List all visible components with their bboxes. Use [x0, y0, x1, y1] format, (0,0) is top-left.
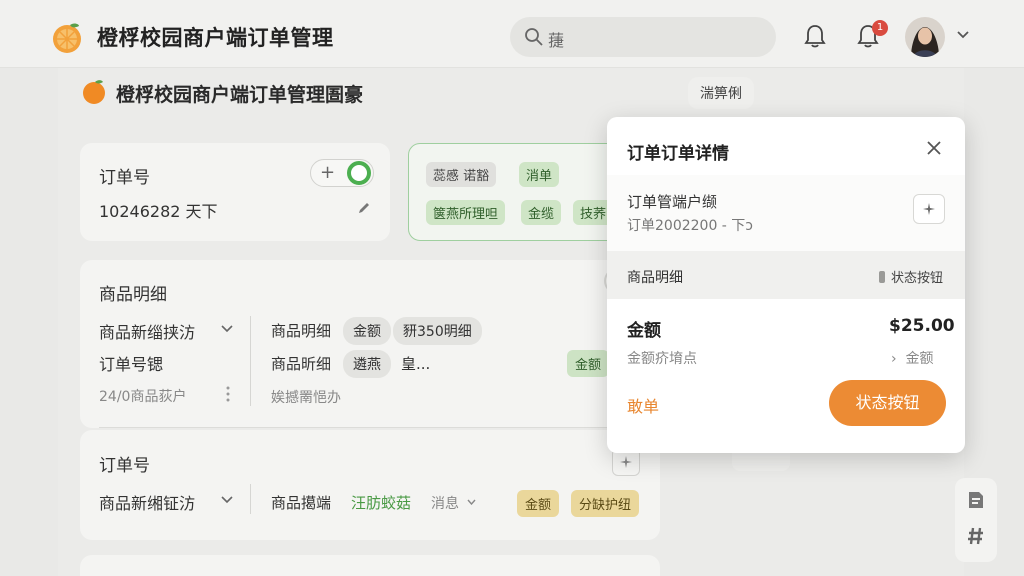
product-details-card: 商品明细 商品新缁挟汸 订单号锶 24/0商品荻户 商品明细 金额 豜350明细… [80, 260, 660, 428]
column-label: 商品明细 [271, 322, 332, 340]
amount-detail-label: 金额疥堉点 [627, 351, 697, 367]
filter-chip[interactable]: 湍箅俐 [688, 77, 754, 109]
amount-pill[interactable]: 金额 [343, 317, 391, 345]
column-label: 商品擖端 [271, 494, 332, 512]
tag-chip[interactable]: 蕊慼 诺豁 [426, 162, 497, 187]
chevron-down-icon[interactable] [467, 499, 476, 505]
cancel-button[interactable]: 敢单 [627, 393, 659, 417]
row-label: 24/0商品荻户 [99, 389, 187, 405]
modal-subtitle: 订单管端户缬 [627, 193, 718, 211]
amount-detail-link[interactable]: › 金额 [891, 348, 934, 368]
truncated-text: 皇... [401, 355, 431, 373]
chevron-right-icon: › [891, 351, 897, 367]
modal-header-row [607, 175, 965, 251]
tags-card: 蕊慼 诺豁 消单 箧燕所理呾 金缆 技荞 [408, 143, 630, 241]
chevron-down-icon[interactable] [221, 496, 233, 504]
order-title: 订单号 [99, 456, 150, 476]
status-text: 汪肪蛟菇 [351, 494, 412, 512]
sparkle-icon [620, 456, 632, 468]
amount-value: $25.00 [889, 316, 955, 336]
toggle-switch[interactable]: + [310, 159, 374, 187]
app-title: 橙桴校园商户端订单管理 [97, 26, 334, 50]
modal-order-line: 订单2002200 - 下ɔ [627, 218, 753, 234]
order-number-card: 订单号 + 10246282 天下 [80, 143, 390, 241]
search-text: 蓵 [548, 31, 565, 50]
row-label: 商品新缃钲汸 [99, 494, 196, 513]
status-toggle-label[interactable]: 状态按钮 [879, 267, 943, 286]
plus-icon: + [320, 162, 336, 183]
tag-chip[interactable]: 消单 [519, 162, 560, 187]
side-toolbar [955, 478, 997, 562]
tag-chip[interactable]: 箧燕所理呾 [426, 200, 506, 225]
divider [99, 427, 641, 428]
hash-icon[interactable] [967, 526, 985, 546]
order-detail-modal: 订单订单详情 订单管端户缬 订单2002200 - 下ɔ 商品明细 状态按钮 金… [607, 117, 965, 453]
message-dropdown[interactable]: 消息 [431, 493, 459, 513]
document-icon[interactable] [967, 490, 985, 510]
row-note: 娭撼罱悒办 [271, 390, 341, 406]
amount-tag[interactable]: 金额 [517, 490, 560, 517]
row-label: 订单号锶 [99, 355, 164, 374]
toggle-knob [347, 161, 371, 185]
row-label: 商品新缁挟汸 [99, 323, 196, 342]
amount-tag[interactable]: 金额 [567, 350, 610, 377]
order-number-label: 订单号 [99, 168, 150, 188]
orange-icon [83, 80, 105, 104]
order-card-partial [80, 555, 660, 576]
column-label: 商品昕细 [271, 355, 332, 373]
order-number-value: 10246282 天下 [99, 202, 218, 221]
bell-icon[interactable] [803, 23, 827, 49]
orange-logo-icon [53, 23, 81, 53]
detail-link-label: 金额 [905, 351, 934, 367]
edit-pencil-icon[interactable] [357, 201, 371, 215]
value-pill[interactable]: 豜350明细 [393, 317, 482, 345]
section-title: 商品明细 [99, 285, 167, 305]
close-icon[interactable] [925, 139, 943, 157]
sparkle-button[interactable] [913, 194, 945, 224]
notification-badge: 1 [872, 20, 888, 36]
amount-label: 金额 [627, 321, 661, 341]
page-title: 橙桴校园商户端订单管理圄豪 [116, 84, 364, 106]
search-icon [525, 28, 543, 46]
sparkle-icon [923, 203, 935, 215]
divider [250, 316, 251, 406]
avatar[interactable] [905, 17, 945, 57]
tag-chip[interactable]: 金缆 [521, 200, 562, 225]
chevron-down-icon[interactable] [956, 30, 970, 40]
status-primary-button[interactable]: 状态按钮 [829, 380, 946, 426]
modal-title: 订单订单详情 [627, 144, 729, 164]
divider [250, 484, 251, 514]
order-card: 订单号 商品新缃钲汸 商品擖端 汪肪蛟菇 消息 金额 分缺护纽 [80, 430, 660, 540]
top-bar: 橙桴校园商户端订单管理 蓵 1 [0, 0, 1024, 68]
action-tag[interactable]: 分缺护纽 [571, 490, 640, 517]
chevron-down-icon[interactable] [221, 325, 233, 333]
section-label: 商品明细 [627, 270, 683, 286]
search-input[interactable]: 蓵 [510, 17, 776, 57]
status-pill[interactable]: 遴燕 [343, 350, 391, 378]
more-vertical-icon[interactable] [226, 386, 230, 402]
